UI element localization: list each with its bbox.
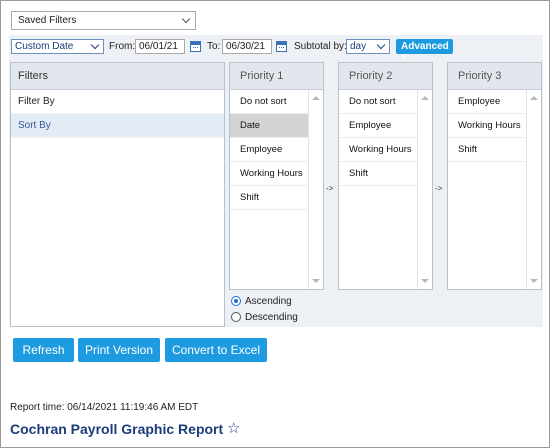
page-title: Cochran Payroll Graphic Report bbox=[10, 421, 224, 437]
subtotal-value: day bbox=[350, 41, 367, 52]
priority-3-header: Priority 3 bbox=[448, 63, 541, 90]
priority-2-list: Priority 2 Do not sort Employee Working … bbox=[338, 62, 433, 290]
descending-label: Descending bbox=[245, 312, 298, 323]
arrow-up-icon[interactable] bbox=[312, 96, 320, 100]
subtotal-select[interactable]: day bbox=[346, 39, 390, 54]
subtotal-label: Subtotal by: bbox=[294, 41, 347, 52]
refresh-button[interactable]: Refresh bbox=[13, 338, 74, 362]
from-date-input[interactable]: 06/01/21 bbox=[135, 39, 185, 54]
move-arrow: -> bbox=[326, 184, 334, 193]
list-item[interactable]: Shift bbox=[448, 138, 527, 162]
saved-filters-value: Saved Filters bbox=[18, 15, 77, 26]
advanced-toggle-button[interactable]: Advanced < bbox=[396, 39, 453, 63]
priority-1-list: Priority 1 Do not sort Date Employee Wor… bbox=[229, 62, 324, 290]
priority-1-header: Priority 1 bbox=[230, 63, 323, 90]
to-label: To: bbox=[207, 41, 221, 52]
scrollbar[interactable] bbox=[308, 90, 323, 289]
list-item[interactable]: Shift bbox=[230, 186, 309, 210]
arrow-down-icon[interactable] bbox=[421, 279, 429, 283]
date-range-value: Custom Date bbox=[15, 41, 74, 52]
date-range-select[interactable]: Custom Date bbox=[11, 39, 104, 54]
list-item[interactable]: Date bbox=[230, 114, 309, 138]
radio-icon[interactable] bbox=[231, 296, 241, 306]
list-item[interactable]: Shift bbox=[339, 162, 418, 186]
list-item[interactable]: Working Hours bbox=[339, 138, 418, 162]
arrow-up-icon[interactable] bbox=[421, 96, 429, 100]
list-item[interactable]: Do not sort bbox=[339, 90, 418, 114]
star-icon[interactable]: ☆ bbox=[227, 419, 240, 437]
to-date-value: 06/30/21 bbox=[226, 41, 265, 52]
print-version-button[interactable]: Print Version bbox=[78, 338, 160, 362]
move-arrow: -> bbox=[435, 184, 443, 193]
calendar-icon[interactable] bbox=[190, 41, 201, 52]
arrow-down-icon[interactable] bbox=[530, 279, 538, 283]
to-date-input[interactable]: 06/30/21 bbox=[222, 39, 272, 54]
from-label: From: bbox=[109, 41, 136, 52]
filter-item-filter-by[interactable]: Filter By bbox=[11, 90, 224, 114]
arrow-up-icon[interactable] bbox=[530, 96, 538, 100]
priority-2-header: Priority 2 bbox=[339, 63, 432, 90]
list-item[interactable]: Employee bbox=[448, 90, 527, 114]
filter-panel: Custom Date From: 06/01/21 To: 06/30/21 … bbox=[9, 35, 543, 327]
saved-filters-select[interactable]: Saved Filters bbox=[11, 11, 196, 30]
chevron-down-icon bbox=[181, 14, 191, 24]
chevron-down-icon bbox=[376, 40, 386, 50]
from-date-value: 06/01/21 bbox=[139, 41, 178, 52]
filters-list: Filters Filter By Sort By bbox=[10, 62, 225, 327]
list-item[interactable]: Employee bbox=[230, 138, 309, 162]
arrow-down-icon[interactable] bbox=[312, 279, 320, 283]
list-item[interactable]: Employee bbox=[339, 114, 418, 138]
radio-icon[interactable] bbox=[231, 312, 241, 322]
scrollbar[interactable] bbox=[526, 90, 541, 289]
filters-header: Filters bbox=[11, 63, 224, 90]
scrollbar[interactable] bbox=[417, 90, 432, 289]
priority-3-list: Priority 3 Employee Working Hours Shift bbox=[447, 62, 542, 290]
convert-to-excel-button[interactable]: Convert to Excel bbox=[165, 338, 267, 362]
ascending-label: Ascending bbox=[245, 296, 292, 307]
chevron-down-icon bbox=[90, 40, 100, 50]
list-item[interactable]: Working Hours bbox=[448, 114, 527, 138]
list-item[interactable]: Do not sort bbox=[230, 90, 309, 114]
report-time: Report time: 06/14/2021 11:19:46 AM EDT bbox=[10, 402, 199, 413]
list-item[interactable]: Working Hours bbox=[230, 162, 309, 186]
filter-item-sort-by[interactable]: Sort By bbox=[11, 114, 224, 138]
calendar-icon[interactable] bbox=[276, 41, 287, 52]
